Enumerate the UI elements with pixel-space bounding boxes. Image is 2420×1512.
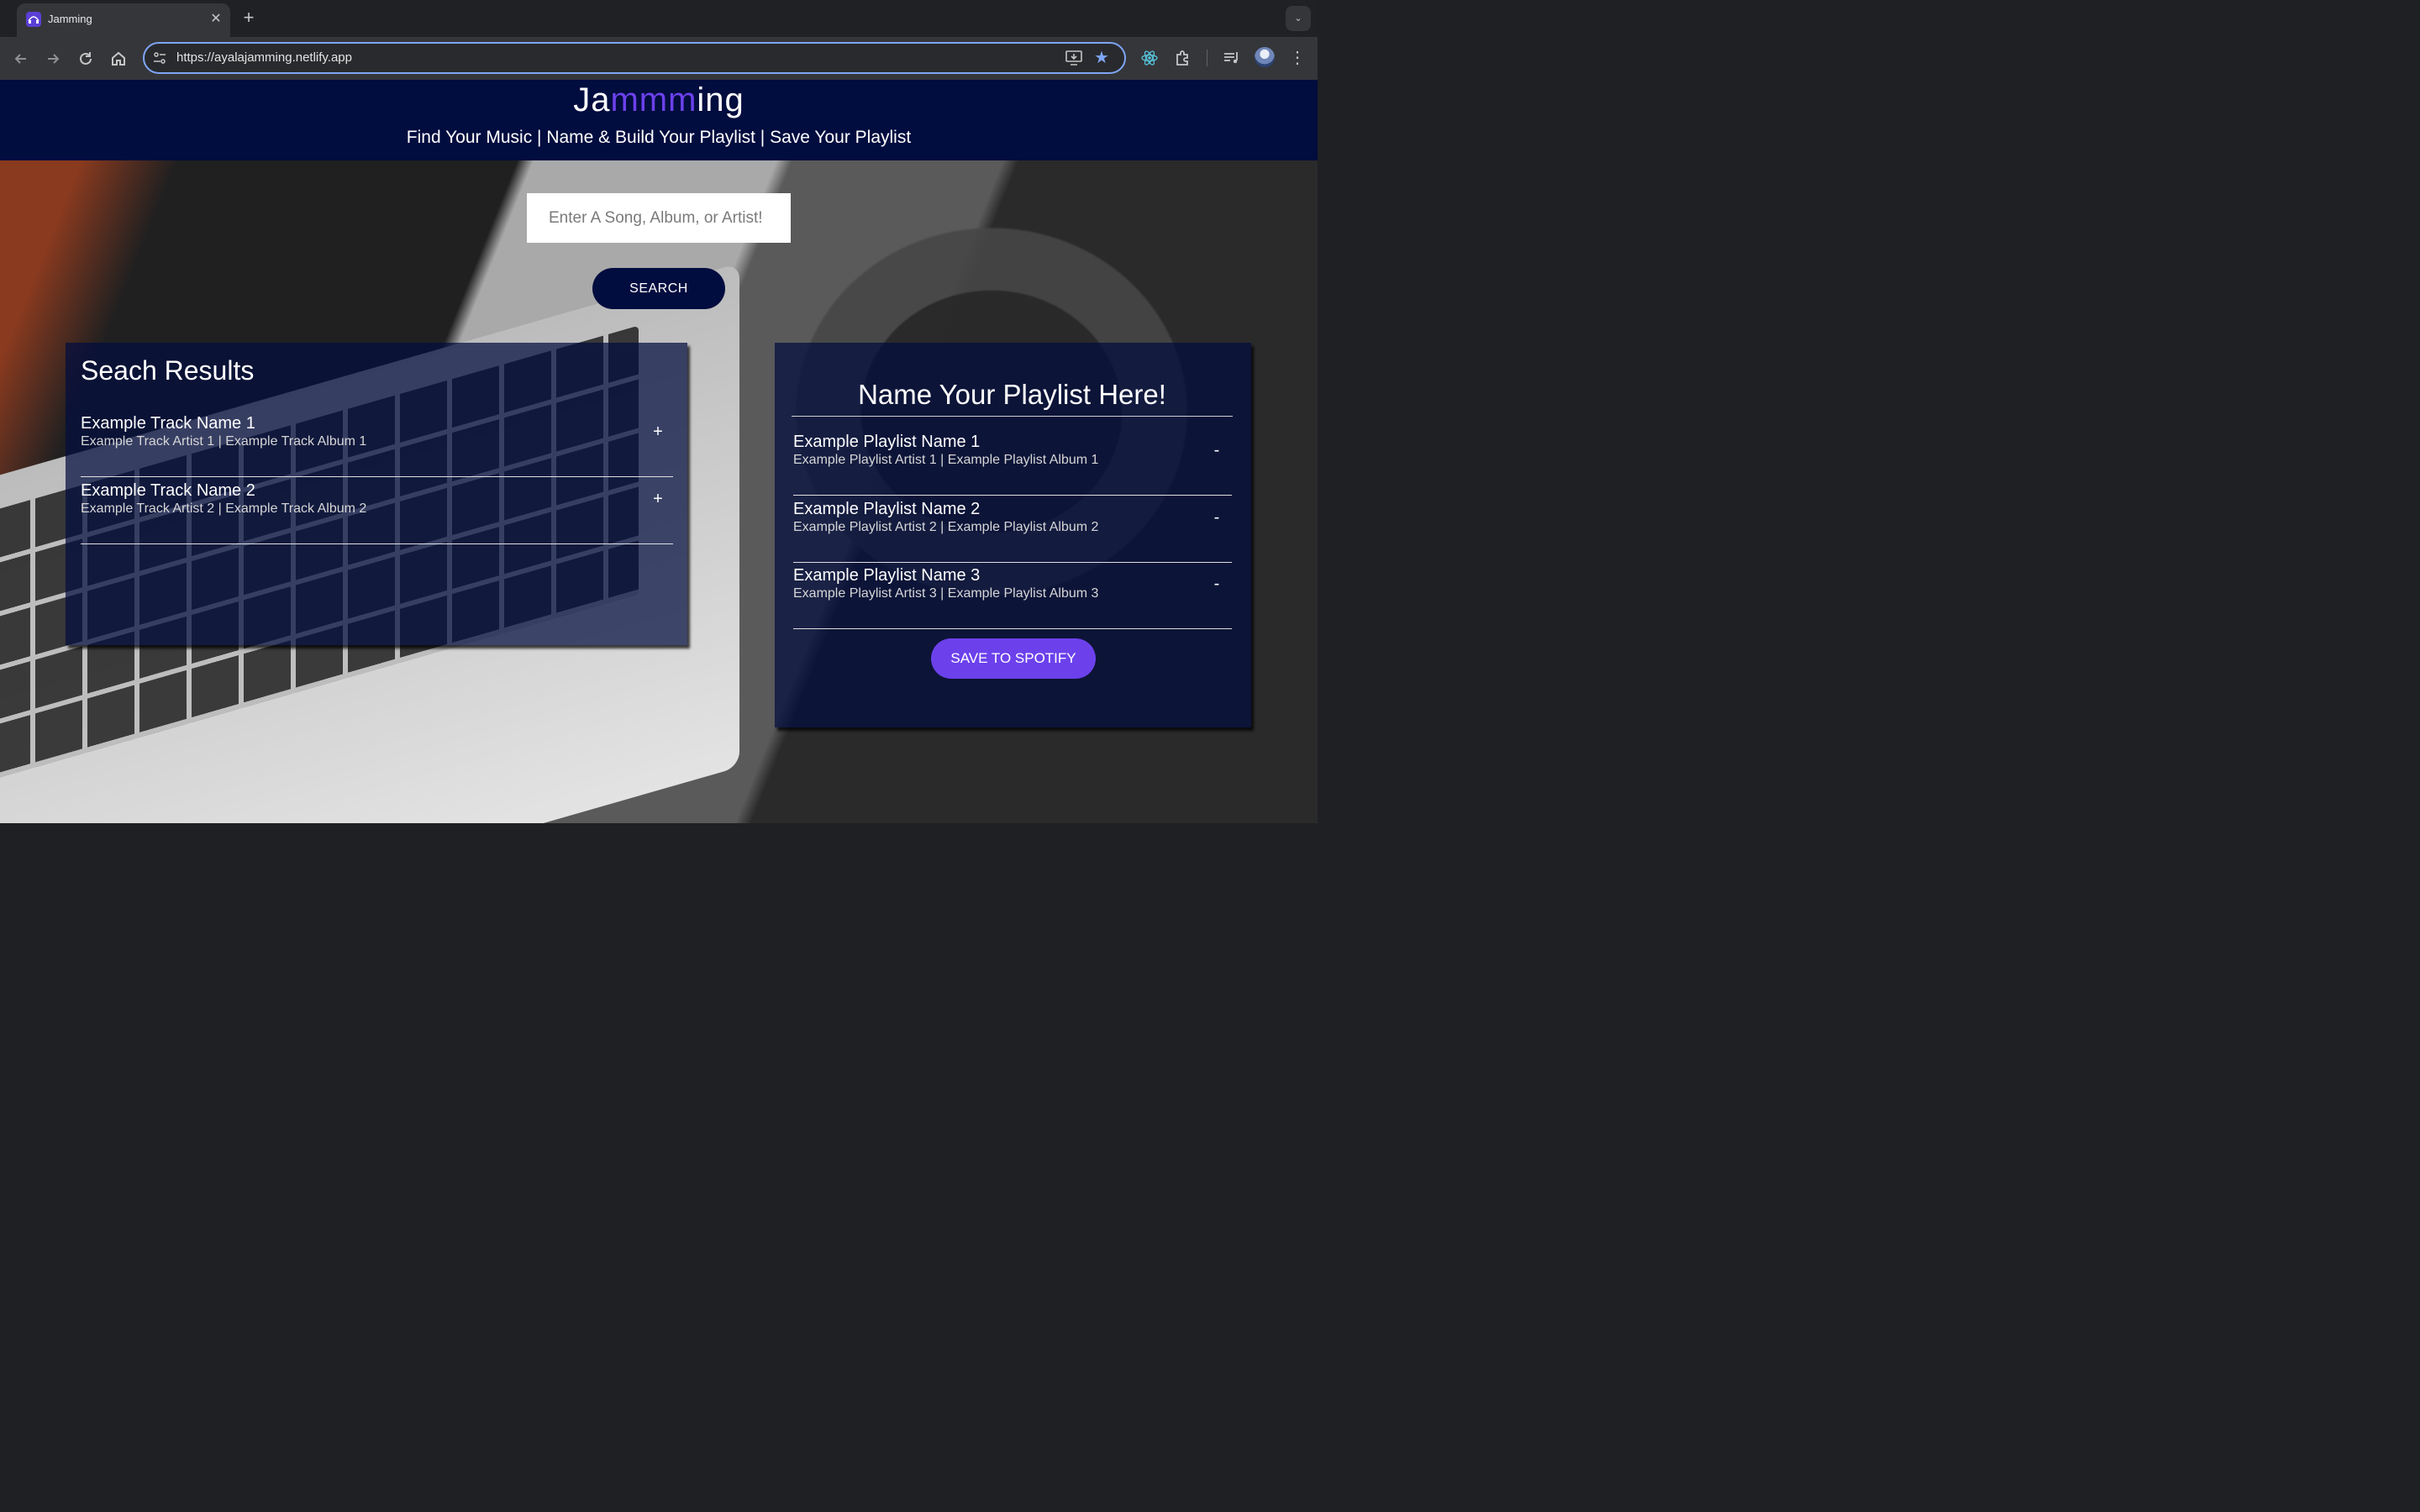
save-to-spotify-button[interactable]: SAVE TO SPOTIFY [931, 638, 1096, 679]
page-viewport: Jammming Find Your Music | Name & Build … [0, 80, 1318, 823]
site-info-icon[interactable] [153, 51, 166, 65]
track-meta: Example Playlist Artist 1 | Example Play… [793, 453, 1099, 467]
track-name: Example Playlist Name 3 [793, 566, 981, 585]
remove-track-button[interactable]: - [1208, 507, 1225, 528]
logo-accent: mmm [610, 81, 697, 118]
jamming-favicon-icon [26, 12, 41, 27]
logo-start: Ja [573, 81, 611, 118]
logo-end: ing [697, 81, 744, 118]
forward-icon[interactable] [42, 48, 64, 70]
playlist-name-input[interactable]: Name Your Playlist Here! [792, 379, 1233, 417]
tab-search-button[interactable]: ⌄ [1286, 6, 1311, 31]
track-name: Example Track Name 1 [81, 414, 255, 433]
add-track-button[interactable]: + [650, 422, 666, 442]
browser-tab[interactable]: Jamming ✕ [17, 3, 230, 37]
address-bar[interactable]: https://ayalajamming.netlify.app ★ [143, 42, 1126, 74]
app-logo: Jammming [0, 81, 1318, 119]
media-controls-icon[interactable] [1222, 48, 1242, 68]
search-results-title: Seach Results [81, 355, 255, 386]
react-devtools-icon[interactable] [1139, 48, 1160, 68]
playlist-track-item: Example Playlist Name 2 Example Playlist… [793, 496, 1232, 563]
app-header: Jammming Find Your Music | Name & Build … [0, 80, 1318, 160]
track-meta: Example Track Artist 2 | Example Track A… [81, 501, 367, 516]
browser-tabstrip: Jamming ✕ + ⌄ [0, 0, 1318, 37]
track-name: Example Playlist Name 2 [793, 500, 981, 518]
track-item: Example Track Name 2 Example Track Artis… [81, 477, 673, 544]
extensions-puzzle-icon[interactable] [1173, 48, 1193, 68]
search-input[interactable] [527, 193, 791, 243]
new-tab-button[interactable]: + [239, 8, 259, 28]
app-tagline: Find Your Music | Name & Build Your Play… [406, 128, 912, 147]
back-icon[interactable] [10, 48, 32, 70]
track-item: Example Track Name 1 Example Track Artis… [81, 410, 673, 477]
home-icon[interactable] [108, 48, 129, 70]
profile-avatar[interactable] [1255, 47, 1275, 67]
url-text[interactable]: https://ayalajamming.netlify.app [176, 50, 352, 65]
track-name: Example Playlist Name 1 [793, 433, 981, 451]
playlist-panel: Name Your Playlist Here! Example Playlis… [775, 343, 1251, 727]
playlist-track-item: Example Playlist Name 3 Example Playlist… [793, 562, 1232, 629]
browser-menu-icon[interactable]: ⋮ [1289, 47, 1306, 69]
playlist-track-item: Example Playlist Name 1 Example Playlist… [793, 428, 1232, 496]
tab-title: Jamming [48, 13, 92, 25]
reload-icon[interactable] [75, 48, 97, 70]
tab-close-icon[interactable]: ✕ [208, 12, 224, 27]
install-app-icon[interactable] [1065, 50, 1082, 66]
track-meta: Example Playlist Artist 3 | Example Play… [793, 586, 1099, 601]
track-name: Example Track Name 2 [81, 481, 255, 500]
remove-track-button[interactable]: - [1208, 440, 1225, 460]
browser-toolbar: https://ayalajamming.netlify.app ★ ⋮ [0, 37, 1318, 80]
bookmark-star-icon[interactable]: ★ [1094, 49, 1113, 67]
track-meta: Example Track Artist 1 | Example Track A… [81, 434, 367, 449]
search-button[interactable]: SEARCH [592, 268, 725, 309]
search-results-panel: Seach Results Example Track Name 1 Examp… [66, 343, 687, 645]
add-track-button[interactable]: + [650, 489, 666, 509]
track-meta: Example Playlist Artist 2 | Example Play… [793, 520, 1099, 534]
remove-track-button[interactable]: - [1208, 574, 1225, 594]
